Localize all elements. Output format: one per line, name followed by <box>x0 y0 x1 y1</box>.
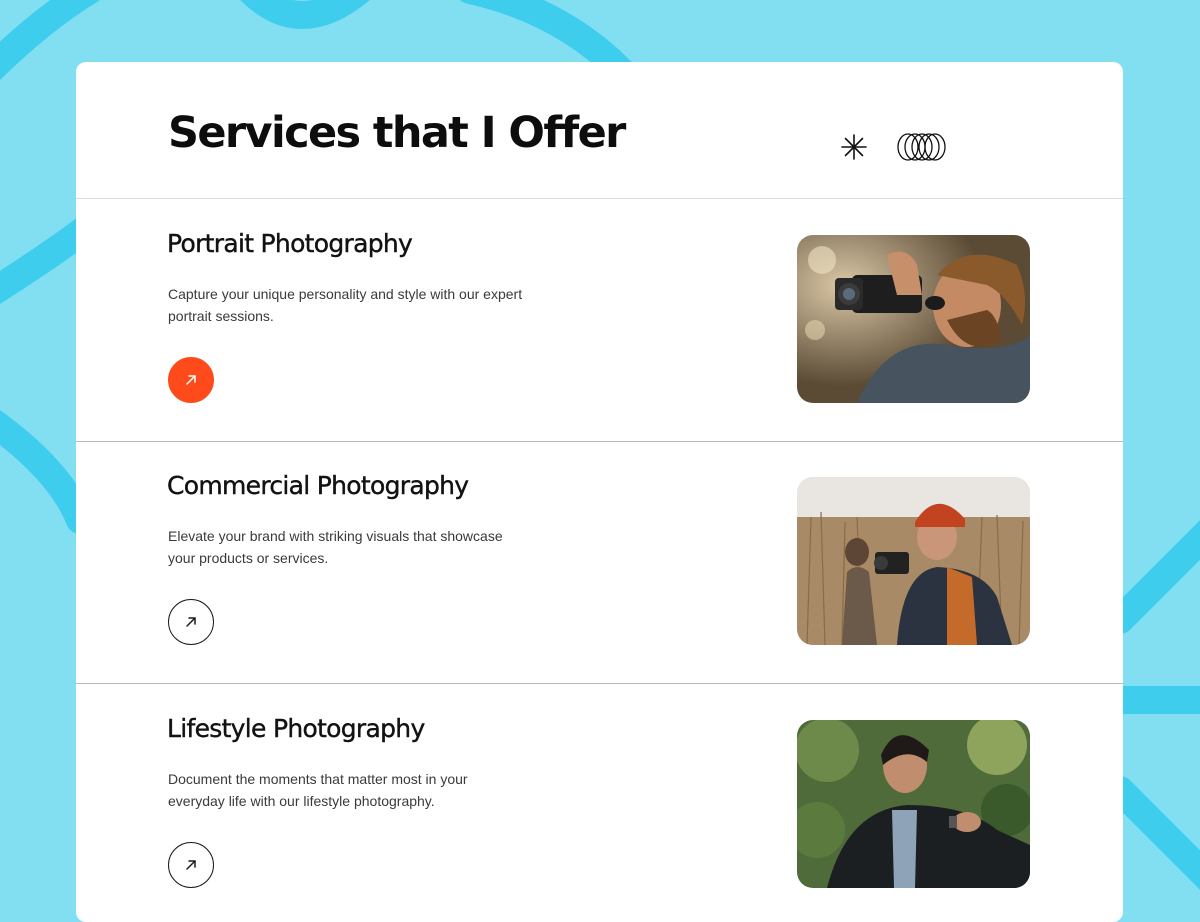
service-description: Elevate your brand with striking visuals… <box>168 528 503 566</box>
service-row-lifestyle: Lifestyle Photography Document the momen… <box>76 684 1123 922</box>
service-title: Lifestyle Photography <box>167 714 426 743</box>
portrait-photo <box>797 235 1030 403</box>
portrait-arrow-button[interactable] <box>168 357 214 403</box>
service-row-portrait: Portrait Photography Capture your unique… <box>76 199 1123 442</box>
service-row-commercial: Commercial Photography Elevate your bran… <box>76 441 1123 684</box>
arrow-up-right-icon <box>186 617 196 627</box>
commercial-arrow-button[interactable] <box>168 599 214 645</box>
arrow-up-right-icon <box>186 860 196 870</box>
service-description: Document the moments that matter most in… <box>168 771 468 809</box>
commercial-photo <box>797 477 1030 645</box>
lifestyle-arrow-button[interactable] <box>168 842 214 888</box>
asterisk-icon <box>841 134 867 160</box>
rings-icon <box>897 133 946 161</box>
services-card: Services that I Offer Portrait Photograp… <box>76 62 1123 922</box>
arrow-up-right-icon <box>186 375 196 385</box>
service-description: Capture your unique personality and styl… <box>168 286 523 324</box>
service-title: Commercial Photography <box>167 471 469 500</box>
service-title: Portrait Photography <box>167 229 413 258</box>
page-title: Services that I Offer <box>168 108 626 158</box>
card-header: Services that I Offer <box>76 62 1123 199</box>
lifestyle-photo <box>797 720 1030 888</box>
